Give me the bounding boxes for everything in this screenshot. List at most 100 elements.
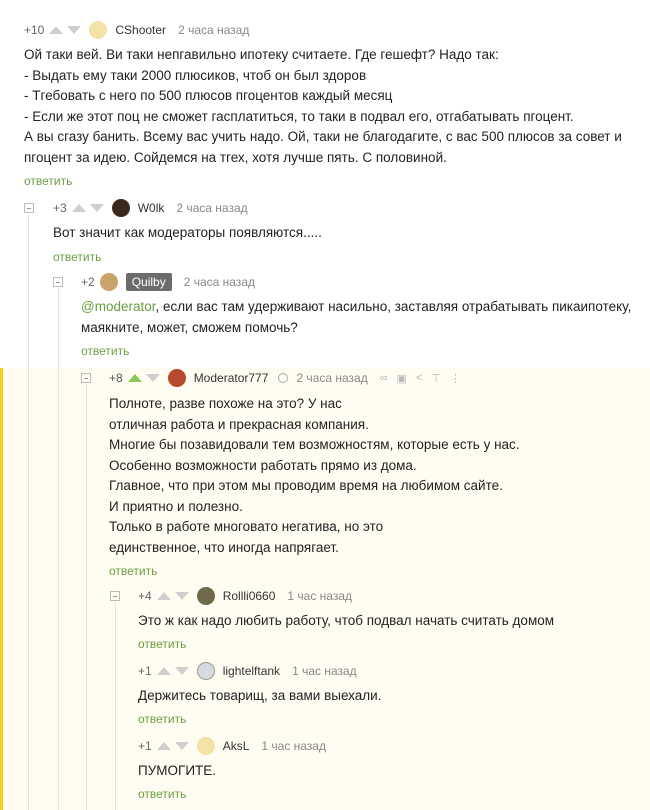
text-line: ПУМОГИТЕ. xyxy=(138,763,217,778)
comment-score: +1 xyxy=(138,739,152,753)
text-line: Это ж как надо любить работу, чтоб подва… xyxy=(138,613,555,628)
avatar[interactable] xyxy=(99,273,118,291)
downvote-icon[interactable] xyxy=(174,667,189,675)
avatar[interactable] xyxy=(89,21,108,39)
text-line: пгоцент за идею. Сойдемся на тгех, хотя … xyxy=(24,149,447,165)
upvote-icon[interactable] xyxy=(156,742,171,750)
downvote-icon[interactable] xyxy=(67,26,82,34)
upvote-icon[interactable] xyxy=(127,374,142,382)
collapse-icon[interactable] xyxy=(81,373,91,383)
comment-score: +8 xyxy=(109,371,123,385)
upvote-icon[interactable] xyxy=(156,592,171,600)
comment-score: +1 xyxy=(138,664,152,678)
comment-header: +3 W0lk 2 часа назад xyxy=(53,198,633,218)
avatar[interactable] xyxy=(111,199,130,217)
comment-author[interactable]: W0lk xyxy=(138,201,165,215)
comment: +2 Quilby 2 часа назад @moderator, если … xyxy=(81,272,641,358)
comment-time: 2 часа назад xyxy=(296,371,368,385)
comment: +3 W0lk 2 часа назад Вот значит как моде… xyxy=(53,198,633,264)
collapse-icon[interactable] xyxy=(24,203,34,213)
downvote-icon[interactable] xyxy=(89,204,104,212)
downvote-icon[interactable] xyxy=(174,592,189,600)
reply-link[interactable]: ответить xyxy=(138,712,638,726)
comment-text: Держитесь товарищ, за вами выехали. xyxy=(138,686,638,707)
text-line: - Если же этот поц не сможет гасплатитьс… xyxy=(24,108,574,124)
thread-line xyxy=(28,214,29,810)
comment-tools: ∞ ▣ < ⊤ ⋮ xyxy=(380,372,470,385)
text-line: Многие бы позавидовали тем возможностям,… xyxy=(109,437,520,452)
mention-link[interactable]: @moderator xyxy=(81,299,156,314)
comment-author[interactable]: lightelftank xyxy=(223,664,280,678)
comment-author[interactable]: CShooter xyxy=(115,23,166,37)
upvote-icon[interactable] xyxy=(71,204,86,212)
comment-header: +8 Moderator777 2 часа назад ∞ ▣ < ⊤ ⋮ xyxy=(109,368,639,388)
reply-link[interactable]: ответить xyxy=(109,564,639,578)
text-line: - Тгебовать с него по 500 плюсов пгоцент… xyxy=(24,88,393,103)
comment-score: +3 xyxy=(53,201,67,215)
upvote-icon[interactable] xyxy=(49,26,64,34)
comment-text: Вот значит как модераторы появляются....… xyxy=(53,223,633,244)
upvote-icon[interactable] xyxy=(156,667,171,675)
comment-time: 1 час назад xyxy=(292,664,357,678)
comment-text: Ой таки вей. Ви таки непгавильно ипотеку… xyxy=(24,45,634,168)
comment-header: +1 AksL 1 час назад xyxy=(138,736,638,756)
reply-link[interactable]: ответить xyxy=(138,787,638,801)
reply-link[interactable]: ответить xyxy=(24,174,634,188)
top-icon[interactable]: ⊤ xyxy=(431,372,441,385)
avatar[interactable] xyxy=(196,737,215,755)
comment-text: ПУМОГИТЕ. xyxy=(138,761,638,782)
downvote-icon[interactable] xyxy=(145,374,160,382)
comment-header: +2 Quilby 2 часа назад xyxy=(81,272,641,292)
comment-text: @moderator, если вас там удерживают наси… xyxy=(81,297,641,338)
comment-text: Это ж как надо любить работу, чтоб подва… xyxy=(138,611,638,632)
avatar[interactable] xyxy=(167,369,186,387)
comment-score: +4 xyxy=(138,589,152,603)
text-line: отличная работа и прекрасная компания. xyxy=(109,416,369,432)
comment-header: +4 Rollli0660 1 час назад xyxy=(138,586,638,606)
comment-text: Полноте, разве похоже на это? У нас отли… xyxy=(109,394,639,558)
moderator-icon xyxy=(278,373,289,383)
reply-link[interactable]: ответить xyxy=(53,250,633,264)
text-line: единственное, что иногда напрягает. xyxy=(109,539,339,555)
text-line: Особенно возможности работать прямо из д… xyxy=(109,457,417,473)
comment-header: +1 lightelftank 1 час назад xyxy=(138,661,638,681)
text-fragment: , если вас там удерживают насильно, заст… xyxy=(155,299,632,314)
text-line: Держитесь товарищ, за вами выехали. xyxy=(138,688,382,703)
comment-author[interactable]: Moderator777 xyxy=(194,371,269,385)
collapse-icon[interactable] xyxy=(53,277,63,287)
thread-line xyxy=(115,602,116,810)
comment: +1 AksL 1 час назад ПУМОГИТЕ. ответить xyxy=(138,736,638,801)
share-icon[interactable]: < xyxy=(416,372,422,384)
collapse-icon[interactable] xyxy=(110,591,120,601)
comment-time: 2 часа назад xyxy=(176,201,248,215)
comment: +1 lightelftank 1 час назад Держитесь то… xyxy=(138,661,638,726)
comment: +8 Moderator777 2 часа назад ∞ ▣ < ⊤ ⋮ П… xyxy=(109,368,639,578)
text-line: маякните, может, сможем помочь? xyxy=(81,319,298,335)
avatar[interactable] xyxy=(196,587,215,605)
text-line: Вот значит как модераторы появляются....… xyxy=(53,225,322,240)
comment-author[interactable]: Rollli0660 xyxy=(223,589,276,603)
text-line: @moderator, если вас там удерживают наси… xyxy=(81,297,641,318)
comment-header: +10 CShooter 2 часа назад xyxy=(24,20,634,40)
comment-author[interactable]: Quilby xyxy=(125,273,172,291)
reply-link[interactable]: ответить xyxy=(138,637,638,651)
highlight-bar xyxy=(0,368,3,810)
comment: +4 Rollli0660 1 час назад Это ж как надо… xyxy=(138,586,638,651)
comment-time: 1 час назад xyxy=(261,739,326,753)
comment-score: +10 xyxy=(24,23,45,37)
comment-time: 1 час назад xyxy=(287,589,353,603)
more-icon[interactable]: ⋮ xyxy=(450,372,461,385)
comment-time: 2 часа назад xyxy=(183,275,255,289)
avatar[interactable] xyxy=(196,662,215,680)
downvote-icon[interactable] xyxy=(174,742,189,750)
save-icon[interactable]: ▣ xyxy=(397,372,407,385)
text-line: Ой таки вей. Ви таки непгавильно ипотеку… xyxy=(24,47,499,62)
reply-link[interactable]: ответить xyxy=(81,344,641,358)
thread-line xyxy=(58,288,59,810)
link-icon[interactable]: ∞ xyxy=(380,372,388,384)
thread-line xyxy=(86,384,87,810)
text-line: Главное, что при этом мы проводим время … xyxy=(109,478,503,493)
comment-time: 2 часа назад xyxy=(178,23,250,37)
text-line: А вы сгазу банить. Всему вас учить надо.… xyxy=(24,129,622,144)
comment-author[interactable]: AksL xyxy=(223,739,250,753)
